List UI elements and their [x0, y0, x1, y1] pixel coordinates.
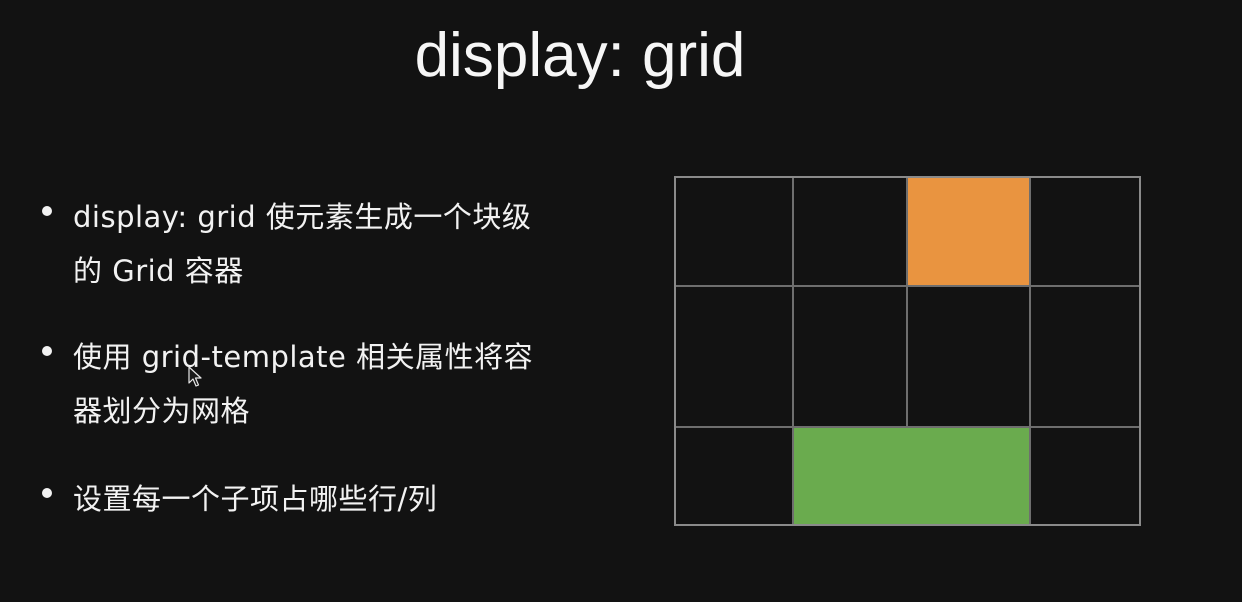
bullet-line: 器划分为网格: [73, 394, 251, 428]
grid-diagram: [674, 176, 1141, 526]
orange-item: [907, 178, 1030, 286]
grid-line-vertical: [1029, 178, 1031, 524]
green-item: [793, 427, 1030, 524]
grid-line-horizontal: [676, 285, 1139, 287]
grid-line-vertical: [792, 178, 794, 524]
bullet-line: 设置每一个子项占哪些行/列: [73, 482, 438, 516]
bullet-line: 的 Grid 容器: [73, 254, 244, 288]
grid-line-horizontal: [676, 426, 1139, 428]
slide-title: display: grid: [414, 21, 746, 90]
bullet-text: display: grid 使元素生成一个块级 的 Grid 容器: [73, 190, 593, 298]
bullet-text: 使用 grid-template 相关属性将容 器划分为网格: [73, 330, 593, 438]
bullet-dot: [42, 488, 52, 498]
bullet-line: 使用 grid-template 相关属性将容: [73, 340, 534, 374]
bullet-text: 设置每一个子项占哪些行/列: [73, 472, 593, 526]
bullet-line: display: grid 使元素生成一个块级: [73, 200, 532, 234]
bullet-dot: [42, 346, 52, 356]
mouse-pointer-icon: [188, 366, 202, 387]
grid-line-vertical: [906, 178, 908, 427]
bullet-dot: [42, 206, 52, 216]
